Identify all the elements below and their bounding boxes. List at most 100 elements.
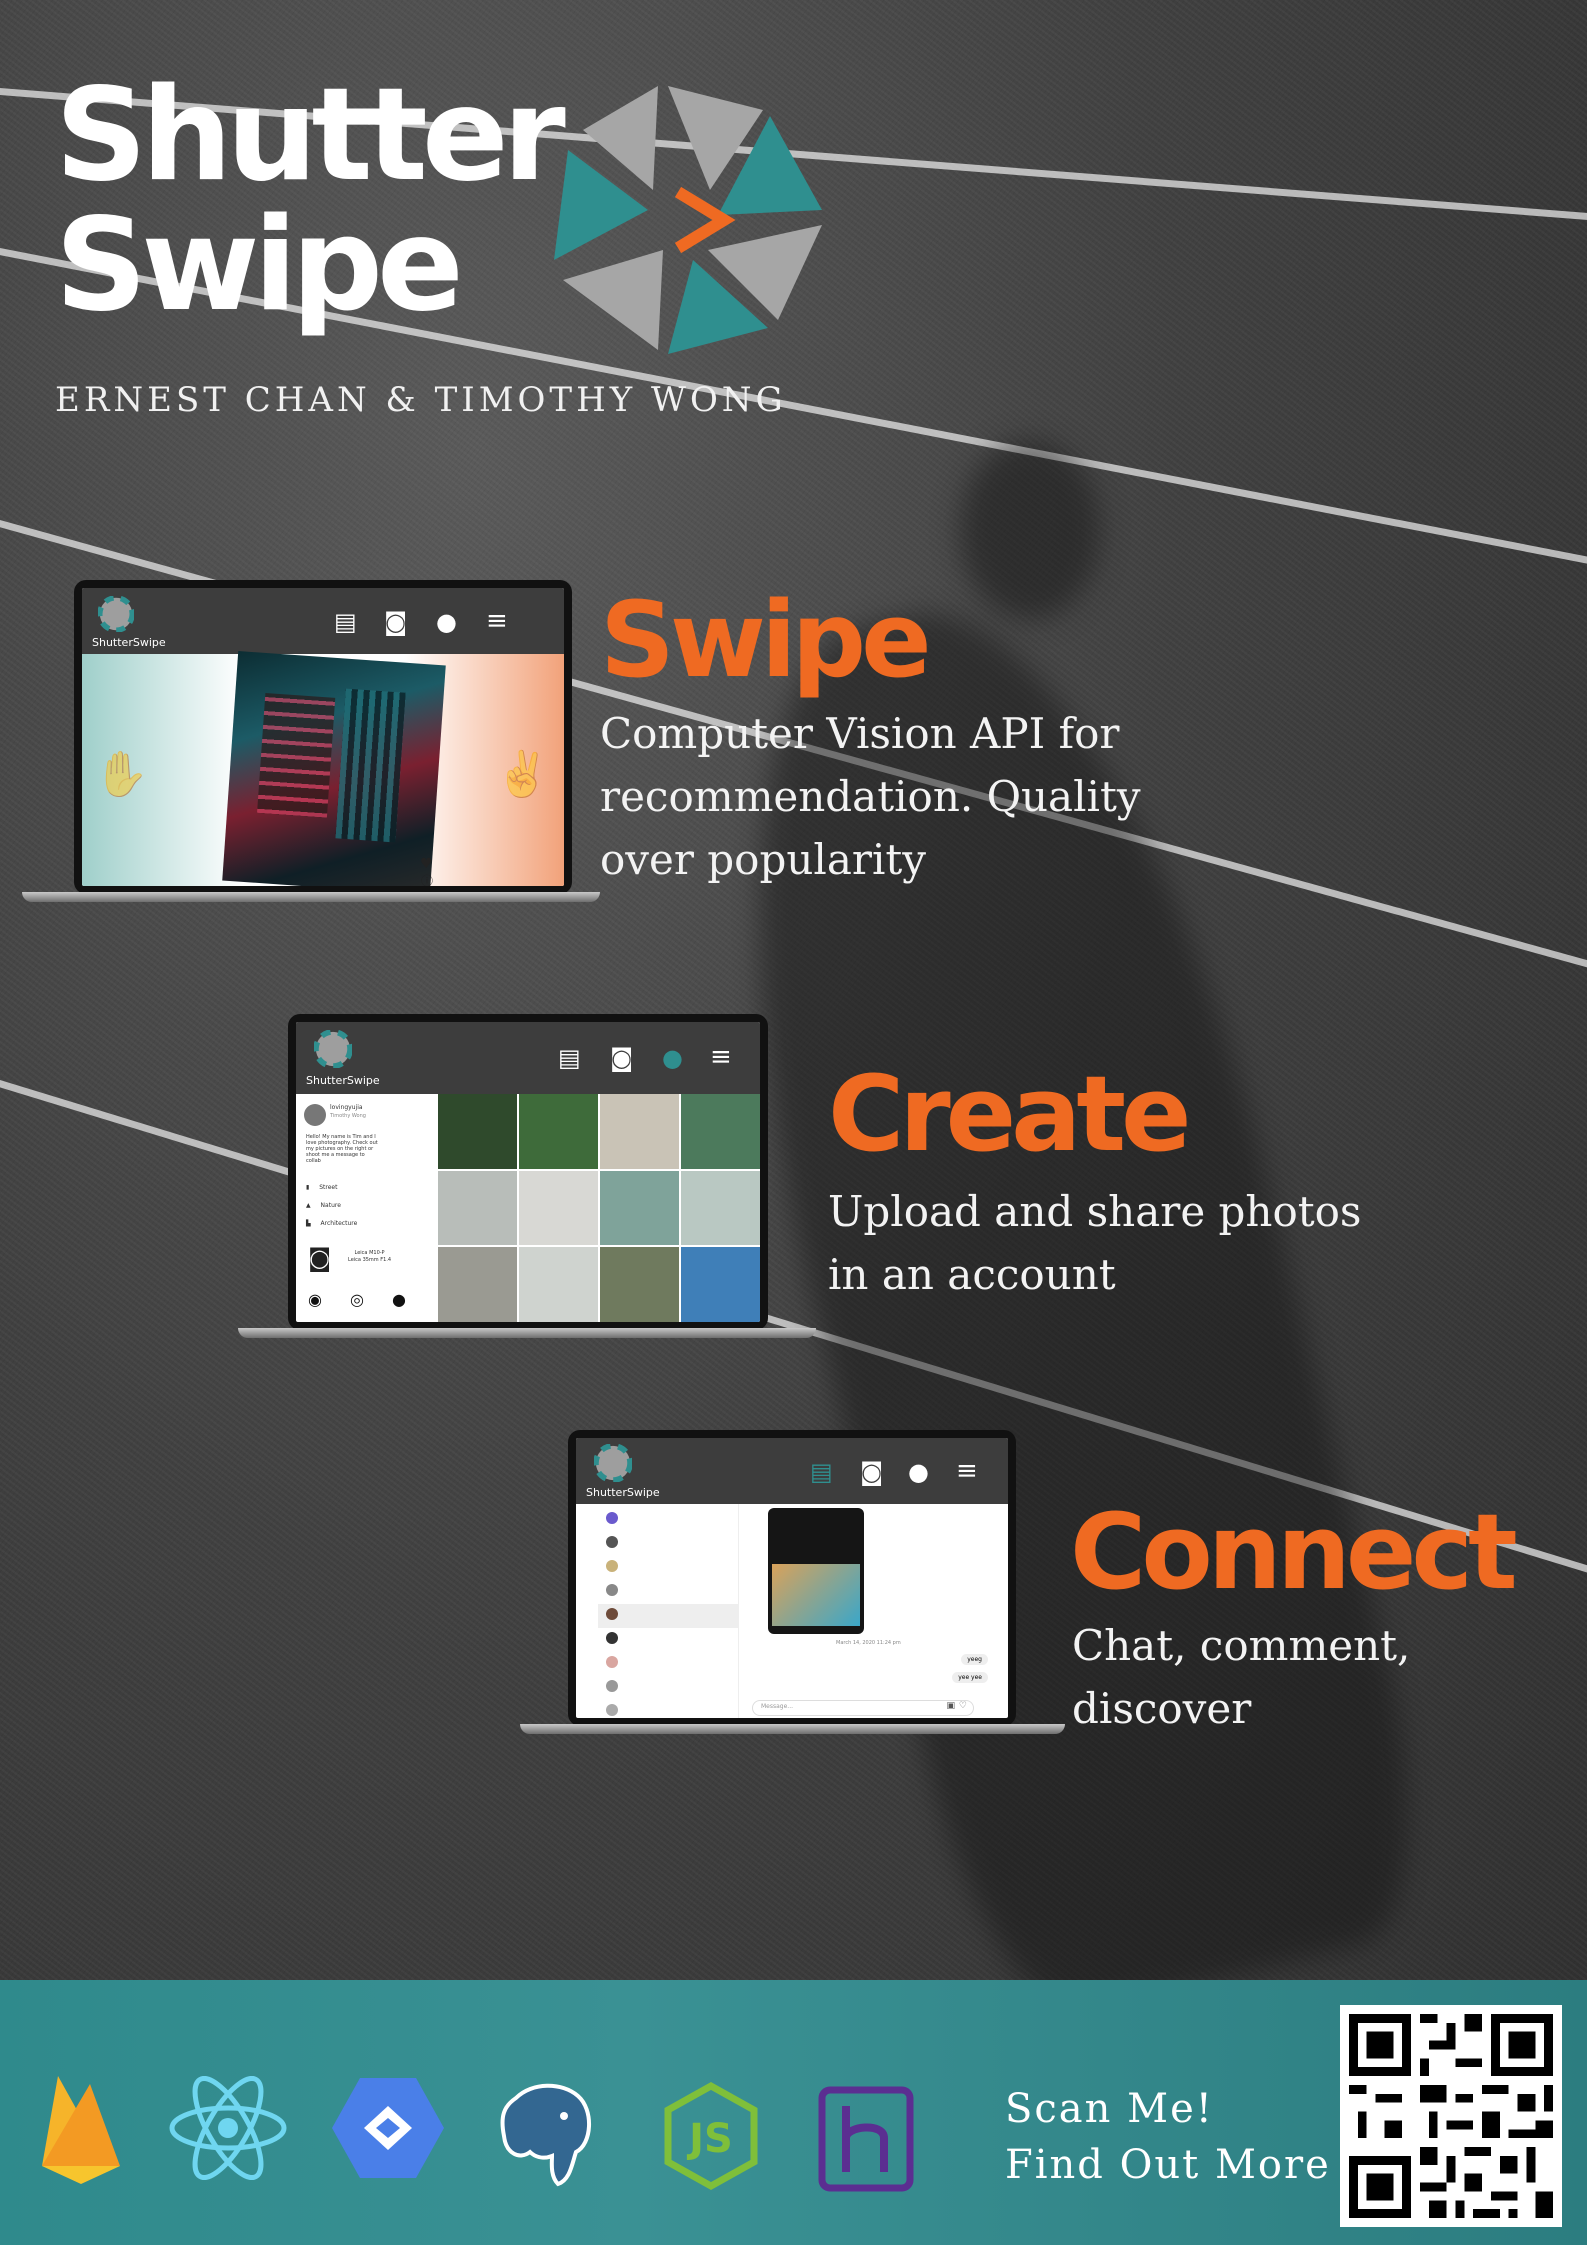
category-label: Street	[319, 1184, 338, 1191]
conversation-item[interactable]	[606, 1584, 618, 1596]
category-architecture[interactable]: ▙ Architecture	[306, 1220, 357, 1227]
camera-icon[interactable]: ◙	[860, 1458, 883, 1486]
app-brand: ShutterSwipe	[586, 1486, 660, 1499]
authors: ERNEST CHAN & TIMOTHY WONG	[55, 380, 787, 420]
photographer-shadow	[960, 440, 1100, 620]
grid-photo[interactable]	[681, 1247, 760, 1322]
grid-photo[interactable]	[438, 1094, 517, 1169]
desc-line: Chat, comment, discover	[1072, 1621, 1411, 1733]
conversation-item[interactable]	[606, 1632, 618, 1644]
shared-post-card[interactable]	[768, 1508, 864, 1634]
grid-photo[interactable]	[519, 1247, 598, 1322]
conversation-list	[598, 1504, 739, 1718]
grid-photo[interactable]	[519, 1170, 598, 1246]
message-input[interactable]: Message... ▣ ♡	[752, 1700, 974, 1716]
instagram-icon[interactable]: ◎	[350, 1290, 364, 1309]
feature-desc-swipe: Computer Vision API for recommendation. …	[600, 702, 1141, 891]
shared-post-image	[772, 1564, 860, 1626]
message-date: March 14, 2020 11:24 pm	[836, 1640, 901, 1646]
qr-code[interactable]	[1340, 2005, 1562, 2227]
aperture-icon	[554, 86, 822, 354]
laptop-base	[238, 1328, 816, 1338]
menu-icon[interactable]: ≡	[486, 606, 508, 636]
grid-photo[interactable]	[438, 1247, 517, 1322]
image-icon[interactable]: ▣	[946, 1701, 955, 1711]
chat-icon[interactable]: ▤	[810, 1458, 833, 1486]
heart-icon[interactable]: ♥	[420, 856, 433, 872]
heroku-logo	[818, 2086, 914, 2192]
grid-photo[interactable]	[681, 1170, 760, 1246]
find-out-more-text[interactable]: Find Out More	[1005, 2142, 1331, 2188]
profile-display-name: Timothy Wong	[330, 1113, 366, 1119]
app-brand: ShutterSwipe	[92, 636, 166, 649]
category-nature[interactable]: ▲ Nature	[306, 1202, 341, 1209]
camera-line: Leica M10-P	[354, 1250, 385, 1256]
feature-desc-create: Upload and share photos in an account	[828, 1180, 1361, 1306]
grid-photo[interactable]	[438, 1170, 517, 1246]
chat-icon[interactable]: ▤	[334, 608, 357, 636]
laptop-base	[22, 892, 600, 902]
swipe-photo-card[interactable]	[222, 651, 446, 886]
conversation-item[interactable]	[606, 1536, 618, 1548]
feature-desc-connect: Chat, comment, discover	[1072, 1614, 1587, 1740]
nodejs-logo: JS	[664, 2082, 758, 2190]
youtube-icon[interactable]: ◉	[308, 1290, 322, 1309]
menu-icon[interactable]: ≡	[956, 1456, 978, 1486]
heart-icon[interactable]: ♡	[959, 1701, 967, 1711]
conversation-item-selected[interactable]	[598, 1604, 738, 1628]
grid-photo[interactable]	[600, 1170, 679, 1246]
menu-icon[interactable]: ≡	[710, 1042, 732, 1072]
account-icon[interactable]: ●	[662, 1044, 683, 1072]
category-label: Architecture	[320, 1220, 358, 1227]
feature-heading-swipe: Swipe	[600, 579, 932, 701]
chat-bubble: yee yee	[952, 1672, 988, 1683]
chat-icon[interactable]: ▤	[558, 1044, 581, 1072]
desc-line: over popularity	[600, 835, 926, 884]
camera-icon[interactable]: ◙	[384, 608, 407, 636]
app-logo-icon	[594, 1444, 632, 1482]
category-street[interactable]: ▮ Street	[306, 1184, 337, 1191]
desc-line: recommendation. Quality	[600, 772, 1141, 821]
conversation-item[interactable]	[606, 1560, 618, 1572]
camera-gear: Leica M10-P Leica 35mm F1.4	[348, 1250, 391, 1264]
info-icon[interactable]: ⓘ	[421, 872, 433, 886]
photo-grid	[438, 1094, 760, 1322]
react-logo	[169, 2076, 287, 2180]
app-logo-icon	[314, 1030, 352, 1068]
thumbs-down-icon[interactable]: ✋	[94, 748, 149, 800]
account-icon[interactable]: ●	[908, 1458, 929, 1486]
desc-line: Upload and share photos	[828, 1187, 1362, 1236]
grid-photo[interactable]	[681, 1094, 760, 1169]
profile-sidebar: lovingyujia Timothy Wong Hello! My name …	[296, 1094, 436, 1322]
grid-photo[interactable]	[519, 1094, 598, 1169]
feature-heading-connect: Connect	[1070, 1491, 1518, 1613]
street-icon: ▮	[306, 1184, 310, 1191]
conversation-item[interactable]	[606, 1680, 618, 1692]
app-navbar: ShutterSwipe ▤ ◙ ● ≡	[296, 1022, 760, 1094]
account-icon[interactable]: ●	[436, 608, 457, 636]
shutter-logo	[554, 86, 822, 354]
thumbs-up-icon[interactable]: ✌	[495, 748, 550, 800]
conversation-item[interactable]	[606, 1512, 618, 1524]
title-line-1: Shutter	[55, 61, 566, 210]
conversation-item[interactable]	[606, 1608, 618, 1620]
camera-line: Leica 35mm F1.4	[348, 1257, 392, 1263]
avatar	[304, 1104, 326, 1126]
camera-icon: ◙	[308, 1244, 332, 1272]
profile-username: lovingyujia	[330, 1104, 363, 1111]
message-placeholder: Message...	[761, 1703, 794, 1710]
camera-icon[interactable]: ◙	[610, 1044, 633, 1072]
laptop-swipe-screen: ShutterSwipe ▤ ◙ ● ≡ ✋ ✌ ♥ ⓘ	[22, 580, 600, 906]
conversation-item[interactable]	[606, 1704, 618, 1716]
grid-photo[interactable]	[600, 1247, 679, 1322]
laptop-chat-screen: ShutterSwipe ▤ ◙ ● ≡ March 14, 2020 11:2…	[520, 1430, 1065, 1740]
grid-photo[interactable]	[600, 1094, 679, 1169]
scan-me-text: Scan Me!	[1005, 2086, 1214, 2132]
conversation-item[interactable]	[606, 1656, 618, 1668]
category-label: Nature	[320, 1202, 341, 1209]
app-navbar: ShutterSwipe ▤ ◙ ● ≡	[82, 588, 564, 654]
desc-line: in an account	[828, 1250, 1116, 1299]
laptop-base	[520, 1724, 1065, 1734]
facebook-icon[interactable]: ●	[392, 1290, 406, 1309]
chat-bubble: yeeg	[961, 1654, 988, 1665]
